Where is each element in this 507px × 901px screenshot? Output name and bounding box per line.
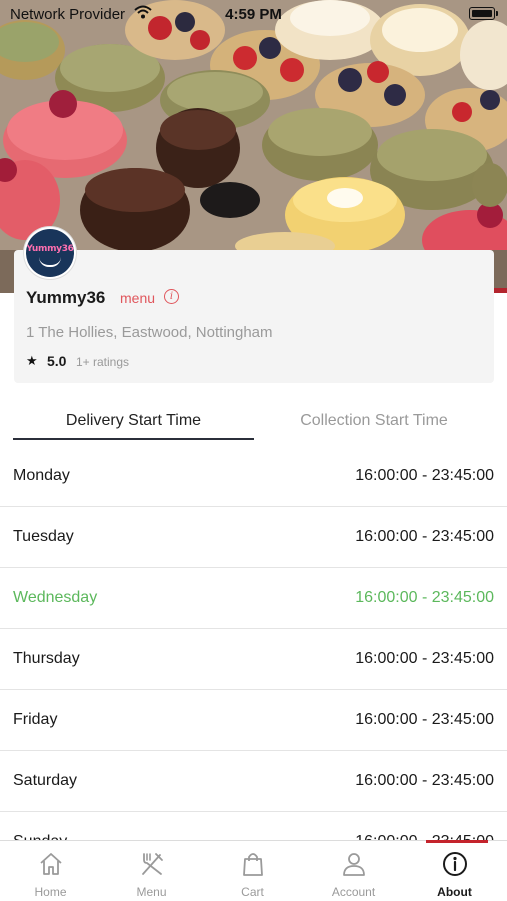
menu-link[interactable]: menu <box>120 290 155 306</box>
day-label: Saturday <box>13 772 78 789</box>
hours-label: 16:00:00 - 23:45:00 <box>355 589 494 606</box>
clock: 4:59 PM <box>225 6 282 23</box>
nav-cart-label: Cart <box>241 885 264 899</box>
day-label: Friday <box>13 711 58 728</box>
shopping-bag-icon <box>243 853 263 876</box>
hours-label: 16:00:00 - 23:45:00 <box>355 528 494 545</box>
nav-about[interactable]: About <box>404 841 505 901</box>
nav-home[interactable]: Home <box>0 841 101 901</box>
logo-text: Yummy36 <box>26 244 74 254</box>
active-tab-indicator <box>13 438 254 440</box>
restaurant-logo: Yummy36 <box>24 227 76 279</box>
schedule-row-friday: Friday 16:00:00 - 23:45:00 <box>0 690 507 751</box>
hours-label: 16:00:00 - 23:45:00 <box>355 467 494 484</box>
restaurant-address: 1 The Hollies, Eastwood, Nottingham <box>26 324 273 341</box>
info-icon <box>443 852 467 876</box>
schedule-row-tuesday: Tuesday 16:00:00 - 23:45:00 <box>0 507 507 568</box>
nav-account[interactable]: Account <box>303 841 404 901</box>
rating-count: 1+ ratings <box>76 355 130 369</box>
rating-value: 5.0 <box>47 353 67 369</box>
day-label: Monday <box>13 467 70 484</box>
battery-icon <box>469 7 498 20</box>
nav-cart[interactable]: Cart <box>202 841 303 901</box>
day-label: Tuesday <box>13 528 74 545</box>
schedule-row-sunday: Sunday 16:00:00 - 23:45:00 <box>0 812 507 842</box>
info-icon[interactable]: i <box>164 289 179 304</box>
opening-hours-list: Monday 16:00:00 - 23:45:00 Tuesday 16:00… <box>0 446 507 842</box>
nav-account-label: Account <box>331 885 376 899</box>
hours-label: 16:00:00 - 23:45:00 <box>355 650 494 667</box>
hours-label: 16:00:00 - 23:45:00 <box>355 772 494 789</box>
nav-about-label: About <box>437 885 472 899</box>
star-icon: ★ <box>26 353 38 368</box>
day-label: Wednesday <box>13 589 98 606</box>
person-icon <box>343 853 365 876</box>
schedule-row-wednesday: Wednesday 16:00:00 - 23:45:00 <box>0 568 507 629</box>
status-bar: Network Provider 4:59 PM <box>0 0 507 28</box>
schedule-row-thursday: Thursday 16:00:00 - 23:45:00 <box>0 629 507 690</box>
logo-smile-icon <box>39 257 61 267</box>
nav-menu[interactable]: Menu <box>101 841 202 901</box>
schedule-row-monday: Monday 16:00:00 - 23:45:00 <box>0 446 507 507</box>
bottom-tab-bar: Home Menu Cart Account About <box>0 840 507 901</box>
restaurant-name: Yummy36 <box>26 288 106 307</box>
hours-label: 16:00:00 - 23:45:00 <box>355 711 494 728</box>
schedule-row-saturday: Saturday 16:00:00 - 23:45:00 <box>0 751 507 812</box>
nav-home-label: Home <box>34 885 67 899</box>
day-label: Thursday <box>13 650 80 667</box>
tab-collection-start-time[interactable]: Collection Start Time <box>254 412 494 442</box>
home-icon <box>40 853 62 875</box>
cutlery-icon <box>142 853 163 875</box>
nav-menu-label: Menu <box>136 885 167 899</box>
